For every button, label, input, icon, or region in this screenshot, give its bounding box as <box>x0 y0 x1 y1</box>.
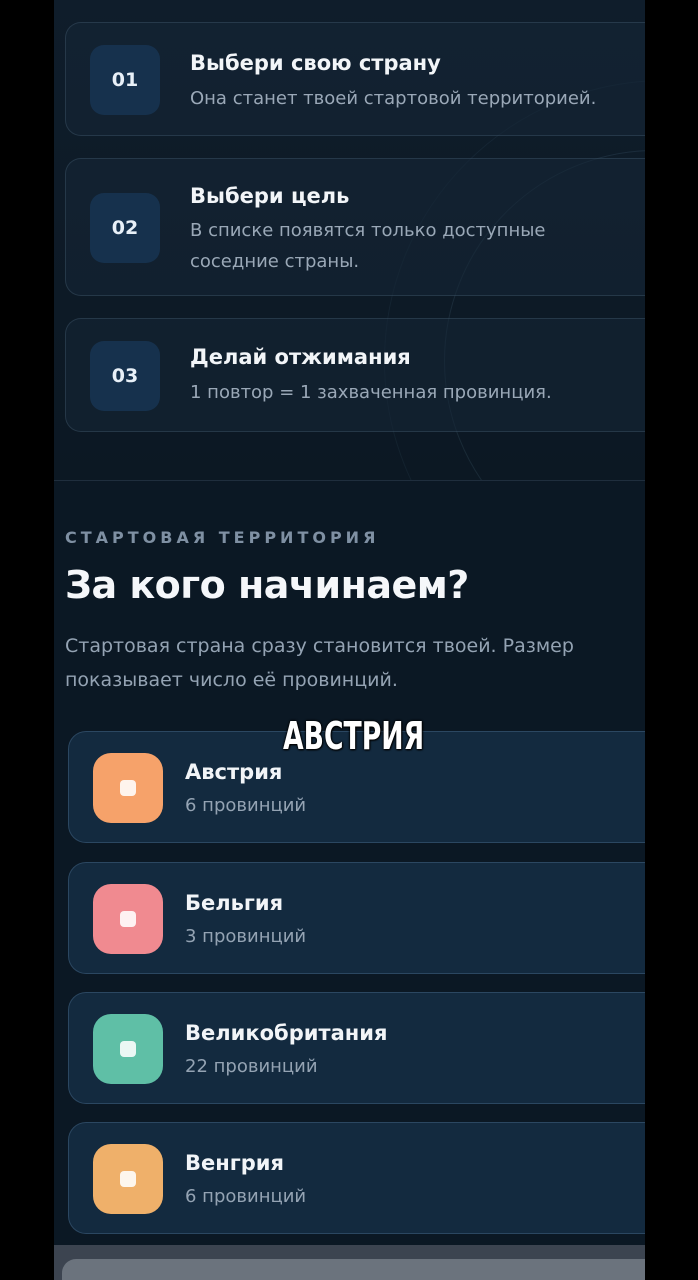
section-description: Стартовая страна сразу становится твоей.… <box>65 629 574 697</box>
description-line: показывает число её провинций. <box>65 669 398 691</box>
step-title: Выбери свою страну <box>190 51 441 75</box>
province-count: 6 провинций <box>185 1186 307 1207</box>
square-icon <box>120 1171 136 1187</box>
step-description: В списке появятся только доступные <box>190 220 546 241</box>
step-description: соседние страны. <box>190 251 360 272</box>
step-card-3: 03 Делай отжимания 1 повтор = 1 захвачен… <box>65 318 645 432</box>
step-title: Делай отжимания <box>190 345 411 369</box>
step-number: 03 <box>90 341 160 411</box>
country-color-swatch <box>93 1014 163 1084</box>
step-description: Она станет твоей стартовой территорией. <box>190 88 597 109</box>
app-screen: 01 Выбери свою страну Она станет твоей с… <box>54 0 645 1280</box>
step-title: Выбери цель <box>190 184 350 208</box>
step-card-2: 02 Выбери цель В списке появятся только … <box>65 158 645 296</box>
description-line: Стартовая страна сразу становится твоей.… <box>65 635 574 657</box>
step-description: 1 повтор = 1 захваченная провинция. <box>190 382 552 403</box>
square-icon <box>120 780 136 796</box>
province-count: 3 провинций <box>185 926 307 947</box>
section-kicker: СТАРТОВАЯ ТЕРРИТОРИЯ <box>65 528 380 547</box>
section-heading: За кого начинаем? <box>65 563 469 607</box>
square-icon <box>120 1041 136 1057</box>
province-count: 6 провинций <box>185 795 307 816</box>
starting-territory-section: СТАРТОВАЯ ТЕРРИТОРИЯ За кого начинаем? С… <box>54 480 645 1280</box>
step-number: 01 <box>90 45 160 115</box>
country-name: Бельгия <box>185 891 284 915</box>
country-color-swatch <box>93 753 163 823</box>
country-name: Австрия <box>185 760 283 784</box>
province-count: 22 провинций <box>185 1056 318 1077</box>
country-name: Великобритания <box>185 1021 388 1045</box>
bottom-action-button[interactable] <box>62 1259 645 1280</box>
country-option-great-britain[interactable]: Великобритания 22 провинций <box>68 992 645 1104</box>
how-it-works-section: 01 Выбери свою страну Она станет твоей с… <box>54 0 645 480</box>
bottom-bar <box>54 1245 645 1280</box>
country-name: Венгрия <box>185 1151 284 1175</box>
country-color-swatch <box>93 1144 163 1214</box>
step-number: 02 <box>90 193 160 263</box>
country-color-swatch <box>93 884 163 954</box>
square-icon <box>120 911 136 927</box>
country-option-belgium[interactable]: Бельгия 3 провинций <box>68 862 645 974</box>
step-card-1: 01 Выбери свою страну Она станет твоей с… <box>65 22 645 136</box>
video-caption: АВСТРИЯ <box>283 714 425 758</box>
country-option-hungary[interactable]: Венгрия 6 провинций <box>68 1122 645 1234</box>
